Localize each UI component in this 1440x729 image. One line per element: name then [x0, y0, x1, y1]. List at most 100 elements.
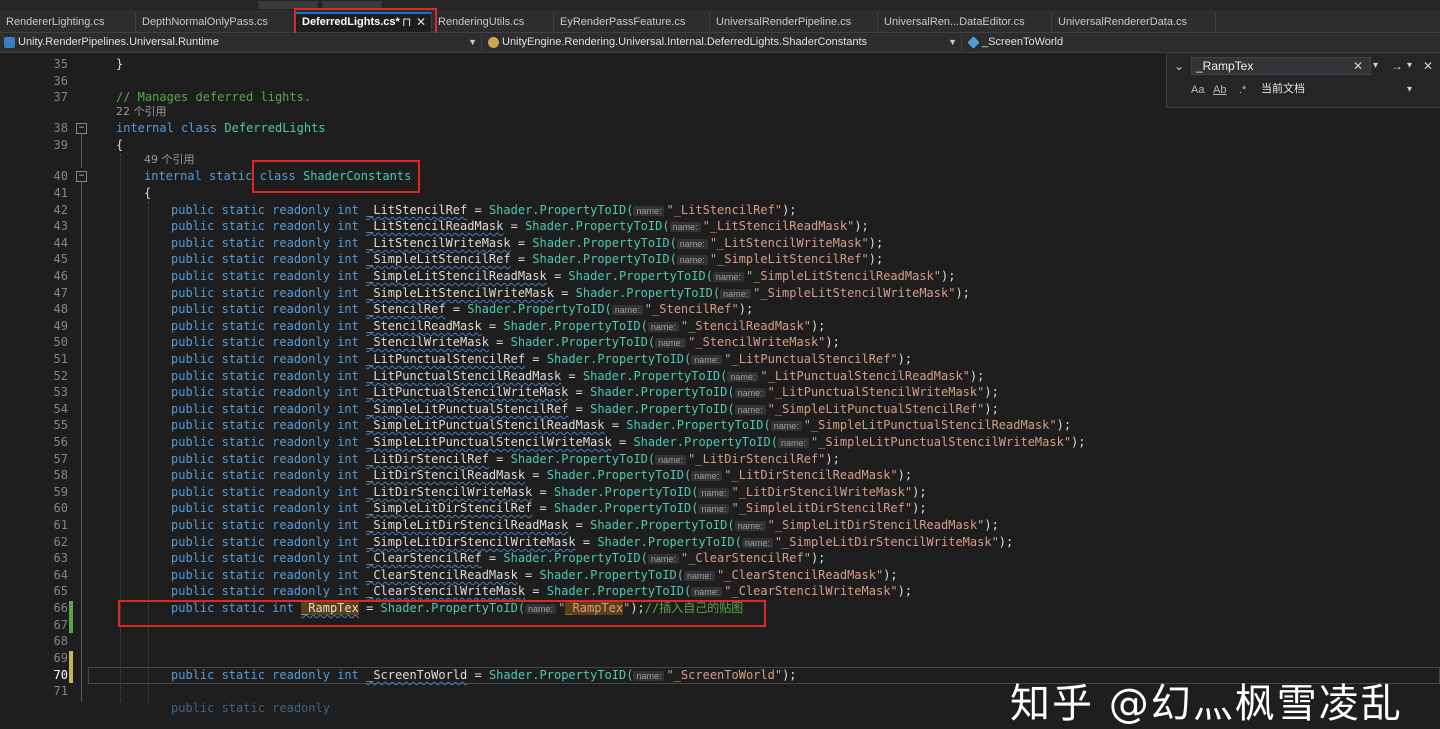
call: Shader.PropertyToID(	[568, 269, 713, 283]
class-name: DeferredLights	[224, 121, 326, 135]
parameter-hint: name:	[611, 305, 643, 315]
call: Shader.PropertyToID(	[510, 335, 656, 349]
keyword: public static readonly	[171, 501, 330, 515]
string-literal: "_LitStencilReadMask"	[702, 219, 855, 233]
project-dropdown[interactable]: Unity.RenderPipelines.Universal.Runtime …	[0, 34, 482, 51]
match-case-icon[interactable]: Aa	[1191, 82, 1204, 98]
history-dropdown-icon[interactable]: ▾	[1373, 58, 1378, 74]
close-icon[interactable]: ✕	[416, 14, 426, 31]
code-line-constant: public static readonly int _LitPunctualS…	[171, 369, 985, 383]
tab-universalrendererdata[interactable]: UniversalRendererData.cs	[1052, 12, 1216, 32]
type-label: UnityEngine.Rendering.Universal.Internal…	[502, 36, 868, 48]
string-literal: "_LitPunctualStencilWriteMask"	[767, 385, 985, 399]
line-number: 57	[53, 452, 68, 466]
identifier: _ClearStencilRef	[366, 551, 482, 565]
tab-universalrenderer-dataeditor[interactable]: UniversalRen...DataEditor.cs	[878, 12, 1052, 32]
identifier: _LitPunctualStencilRef	[366, 352, 526, 366]
search-scope-label[interactable]: 当前文档	[1261, 81, 1305, 97]
field-icon	[967, 36, 980, 49]
tab-renderingutils[interactable]: RenderingUtils.cs	[432, 12, 554, 32]
call: Shader.PropertyToID(	[488, 203, 634, 217]
close-icon[interactable]: ✕	[1423, 58, 1433, 74]
collapse-icon[interactable]: −	[76, 123, 87, 134]
collapse-icon[interactable]: −	[76, 171, 87, 182]
keyword: int	[337, 269, 359, 283]
search-input[interactable]: _RampTex	[1191, 57, 1371, 75]
class-icon	[488, 37, 499, 48]
code-line-constant: public static readonly int _SimpleLitPun…	[171, 435, 1086, 449]
string-literal: "_LitDirStencilReadMask"	[724, 468, 898, 482]
keyword: public static readonly	[171, 435, 330, 449]
identifier: _ScreenToWorld	[366, 668, 468, 682]
keyword: public static readonly	[171, 701, 330, 715]
parameter-hint: name:	[633, 671, 665, 681]
identifier: _LitDirStencilReadMask	[366, 468, 526, 482]
tab-depthnormalonlypass[interactable]: DepthNormalOnlyPass.cs	[136, 12, 296, 32]
codelens-references[interactable]: 22 个引用	[116, 104, 167, 119]
identifier: _LitPunctualStencilWriteMask	[366, 385, 569, 399]
keyword: int	[337, 418, 359, 432]
call: Shader.PropertyToID(	[575, 286, 721, 300]
identifier: _LitPunctualStencilReadMask	[366, 369, 562, 383]
parameter-hint: name:	[684, 571, 716, 581]
brace: {	[116, 138, 124, 152]
call: Shader.PropertyToID(	[467, 302, 612, 316]
keyword: int	[337, 402, 359, 416]
identifier: _StencilReadMask	[366, 319, 482, 333]
member-dropdown[interactable]: _ScreenToWorld	[964, 34, 1440, 51]
string-literal: "_StencilRef"	[644, 302, 739, 316]
type-dropdown[interactable]: UnityEngine.Rendering.Universal.Internal…	[484, 34, 962, 51]
code-line-constant: public static readonly int _LitStencilRe…	[171, 219, 869, 233]
keyword: public static readonly	[171, 584, 330, 598]
find-next-icon[interactable]: →	[1391, 58, 1403, 74]
string-literal: "_ScreenToWorld"	[666, 668, 783, 682]
parameter-hint: name:	[655, 338, 687, 348]
tab-rendererlighting[interactable]: RendererLighting.cs	[0, 12, 136, 32]
chevron-down-icon[interactable]: ⌄	[1174, 58, 1184, 74]
string-literal: "_LitPunctualStencilRef"	[724, 352, 898, 366]
code-line-class-decl: internal class DeferredLights	[116, 120, 326, 137]
code-line-constant: public static readonly int _LitPunctualS…	[171, 385, 999, 399]
line-number: 62	[53, 535, 68, 549]
tab-eyrenderpassfeature[interactable]: EyRenderPassFeature.cs	[554, 12, 710, 32]
code-line-constant: public static readonly int _SimpleLitPun…	[171, 402, 999, 416]
line-number: 63	[53, 551, 68, 565]
parameter-hint: name:	[727, 372, 759, 382]
line-number: 56	[53, 435, 68, 449]
tab-universalrenderpipeline[interactable]: UniversalRenderPipeline.cs	[710, 12, 878, 32]
parameter-hint: name:	[777, 438, 809, 448]
member-label: _ScreenToWorld	[982, 36, 1064, 48]
clear-icon[interactable]: ✕	[1353, 58, 1363, 74]
line-number: 61	[53, 518, 68, 532]
whole-word-icon[interactable]: Ab	[1213, 82, 1226, 98]
code-line-constant: public static readonly int _LitDirStenci…	[171, 485, 927, 499]
regex-icon[interactable]: .*	[1239, 82, 1246, 98]
keyword: int	[337, 352, 359, 366]
parameter-hint: name:	[647, 554, 679, 564]
pin-icon[interactable]: ⊓	[402, 14, 411, 31]
indent-guide	[148, 202, 149, 702]
tab-deferredlights[interactable]: DeferredLights.cs* ⊓ ✕	[296, 12, 432, 32]
chevron-down-icon[interactable]: ▾	[1407, 82, 1412, 98]
call: Shader.PropertyToID(	[510, 452, 656, 466]
code-line-constant: public static readonly int _SimpleLitSte…	[171, 269, 956, 283]
parameter-hint: name:	[734, 405, 766, 415]
code-line-constant: public static readonly int _StencilWrite…	[171, 335, 840, 349]
parameter-hint: name:	[741, 538, 773, 548]
keyword: public static readonly	[171, 385, 330, 399]
tab-label: DepthNormalOnlyPass.cs	[142, 16, 268, 28]
keyword: public static readonly	[171, 252, 330, 266]
keyword: public static readonly	[171, 551, 330, 565]
keyword: internal class	[116, 121, 218, 135]
call: Shader.PropertyToID(	[488, 668, 634, 682]
line-number: 65	[53, 584, 68, 598]
string-literal: "_SimpleLitStencilReadMask"	[745, 269, 942, 283]
keyword: public static readonly	[171, 369, 330, 383]
codelens-references[interactable]: 49 个引用	[144, 152, 195, 167]
chevron-down-icon[interactable]: ▾	[1407, 58, 1412, 74]
line-number: 49	[53, 319, 68, 333]
string-literal: "_StencilReadMask"	[680, 319, 811, 333]
code-editor[interactable]: 35 36 37 38 39 40 41 42 43 44 45 46 47 4…	[0, 53, 1440, 727]
keyword: int	[337, 219, 359, 233]
string-literal: "_SimpleLitStencilWriteMask"	[753, 286, 956, 300]
